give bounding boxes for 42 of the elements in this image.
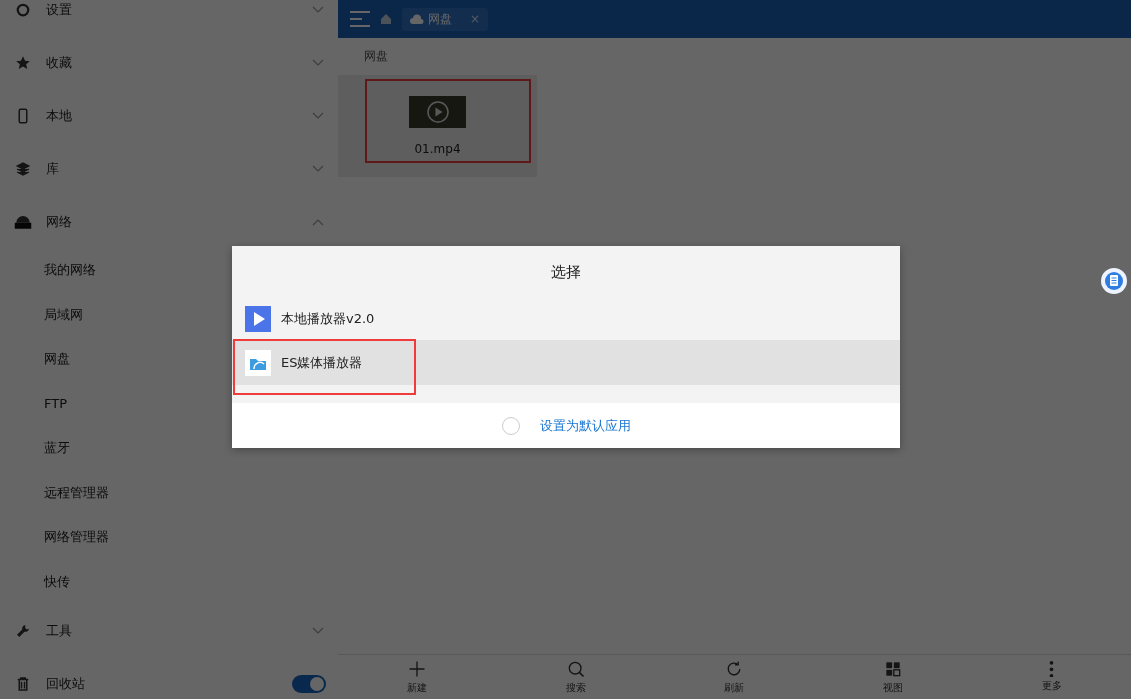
default-app-label[interactable]: 设置为默认应用: [539, 416, 631, 435]
toolbar-button[interactable]: 新建: [407, 659, 428, 695]
app-option[interactable]: ES媒体播放器: [232, 340, 900, 385]
home-icon[interactable]: [380, 13, 392, 25]
sidebar-item[interactable]: 库: [46, 159, 298, 178]
file-name: 01.mp4: [414, 142, 461, 156]
sidebar-item[interactable]: 网络: [46, 212, 298, 231]
play-icon: [245, 306, 271, 332]
chevron-icon[interactable]: [312, 626, 324, 635]
sidebar-subitem[interactable]: 远程管理器: [0, 470, 338, 515]
app-name: ES媒体播放器: [281, 353, 363, 372]
menu-icon[interactable]: [350, 10, 370, 28]
app-name: 本地播放器v2.0: [281, 310, 375, 328]
chevron-icon[interactable]: [312, 5, 324, 14]
sidebar-item[interactable]: 收藏: [46, 53, 298, 72]
toolbar-button[interactable]: 更多: [1041, 660, 1062, 694]
dialog-title: 选择: [550, 261, 582, 283]
more-icon: [1049, 660, 1055, 678]
toggle-switch[interactable]: [292, 674, 326, 693]
sidebar-item[interactable]: 设置: [46, 0, 298, 19]
toolbar-button[interactable]: 搜索: [565, 659, 586, 695]
chevron-icon[interactable]: [312, 164, 324, 173]
sidebar-subitem[interactable]: 快传: [0, 559, 338, 604]
play-icon: [426, 101, 449, 123]
plus-icon: [407, 659, 428, 679]
file-tile[interactable]: 01.mp4: [338, 75, 537, 177]
chevron-icon[interactable]: [312, 58, 324, 67]
tab[interactable]: 网盘 ×: [402, 7, 489, 31]
toolbar-button[interactable]: 视图: [883, 659, 904, 695]
close-icon[interactable]: ×: [470, 12, 481, 26]
chevron-icon[interactable]: [312, 111, 324, 120]
chevron-icon[interactable]: [312, 217, 324, 226]
document-icon[interactable]: [1100, 267, 1128, 295]
sidebar-item[interactable]: 回收站: [46, 674, 278, 693]
breadcrumb-item[interactable]: 网盘: [364, 48, 388, 65]
toolbar-button[interactable]: 刷新: [724, 659, 745, 695]
app-option[interactable]: 本地播放器v2.0: [232, 298, 900, 340]
cloud-icon: [410, 14, 424, 24]
folder-icon: [245, 349, 271, 376]
sidebar-item[interactable]: 工具: [46, 621, 298, 640]
sidebar-item[interactable]: 本地: [46, 106, 298, 125]
sidebar-subitem[interactable]: 网络管理器: [0, 515, 338, 560]
